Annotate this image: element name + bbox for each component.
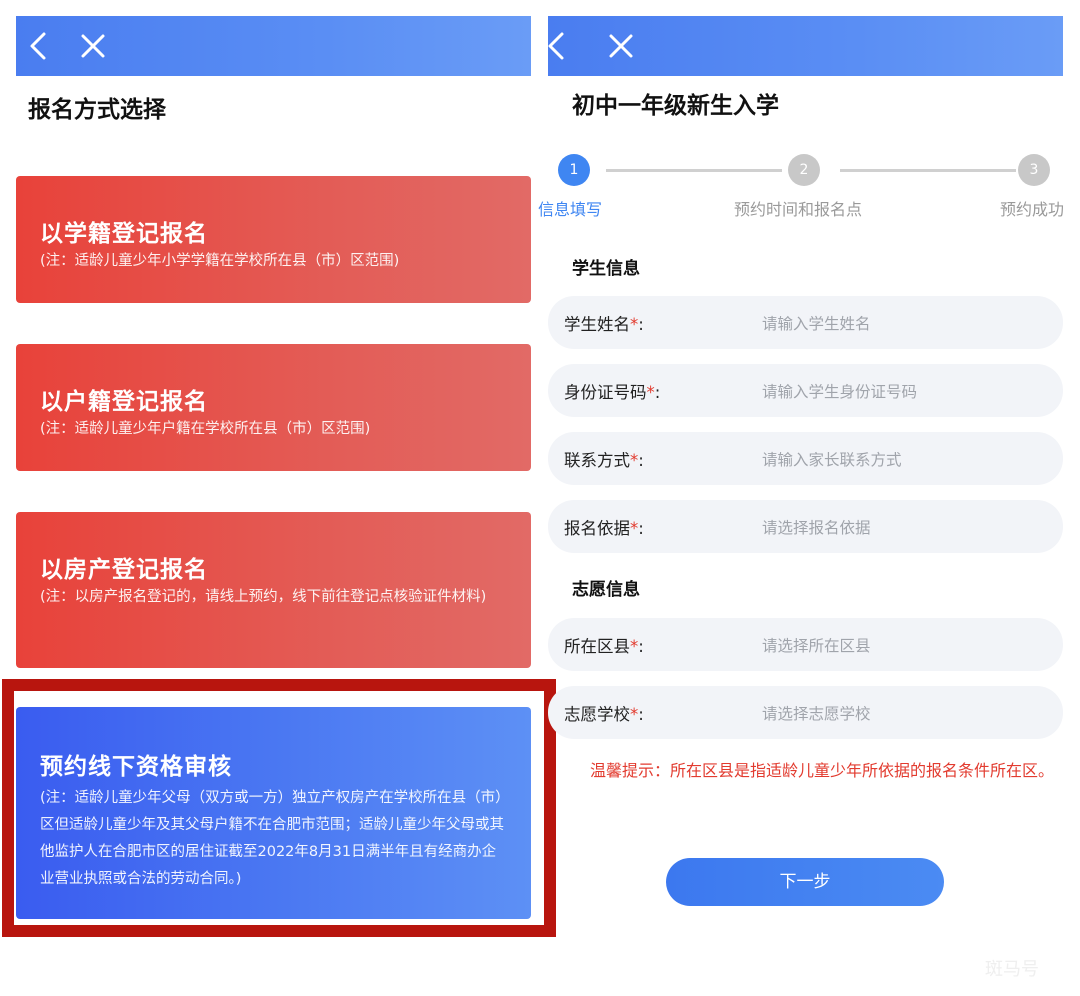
- option-card-school-registry[interactable]: 以学籍登记报名 (注：适龄儿童少年小学学籍在学校所在县（市）区范围): [16, 176, 531, 303]
- chevron-left-icon[interactable]: [540, 29, 574, 63]
- step-2-indicator: 2: [788, 154, 820, 186]
- district-field[interactable]: 所在区县*: 请选择所在区县: [548, 618, 1063, 671]
- school-field[interactable]: 志愿学校*: 请选择志愿学校: [548, 686, 1063, 739]
- option-title: 以户籍登记报名: [40, 389, 208, 415]
- step-3-indicator: 3: [1018, 154, 1050, 186]
- page-title: 初中一年级新生入学: [572, 93, 779, 119]
- student-name-input[interactable]: 请输入学生姓名: [762, 312, 871, 334]
- contact-input[interactable]: 请输入家长联系方式: [762, 448, 902, 470]
- left-screen: 报名方式选择 以学籍登记报名 (注：适龄儿童少年小学学籍在学校所在县（市）区范围…: [0, 0, 556, 996]
- student-name-field[interactable]: 学生姓名*: 请输入学生姓名: [548, 296, 1063, 349]
- field-label: 志愿学校*:: [564, 705, 644, 724]
- warm-tip: 温馨提示：所在区县是指适龄儿童少年所依据的报名条件所在区。: [590, 761, 1055, 780]
- step-2-label: 预约时间和报名点: [734, 200, 863, 219]
- option-note: (注：以房产报名登记的，请线上预约，线下前往登记点核验证件材料): [40, 589, 487, 605]
- left-top-bar: [16, 16, 531, 76]
- option-title: 预约线下资格审核: [40, 754, 232, 780]
- section-title-student: 学生信息: [572, 259, 640, 279]
- option-note: (注：适龄儿童少年父母（双方或一方）独立产权房产在学校所在县（市）区但适龄儿童少…: [40, 790, 504, 887]
- option-card-household-registry[interactable]: 以户籍登记报名 (注：适龄儿童少年户籍在学校所在县（市）区范围): [16, 344, 531, 471]
- district-select[interactable]: 请选择所在区县: [762, 634, 871, 656]
- id-number-input[interactable]: 请输入学生身份证号码: [762, 380, 917, 402]
- step-1-label: 信息填写: [538, 200, 603, 219]
- right-top-bar: [548, 16, 1063, 76]
- field-label: 报名依据*:: [564, 519, 644, 538]
- page-title: 报名方式选择: [28, 97, 166, 123]
- option-note: (注：适龄儿童少年户籍在学校所在县（市）区范围): [40, 421, 371, 437]
- option-card-property-registry[interactable]: 以房产登记报名 (注：以房产报名登记的，请线上预约，线下前往登记点核验证件材料): [16, 512, 531, 668]
- next-button[interactable]: 下一步: [666, 858, 944, 906]
- option-title: 以学籍登记报名: [40, 221, 208, 247]
- school-select[interactable]: 请选择志愿学校: [762, 702, 871, 724]
- registration-basis-field[interactable]: 报名依据*: 请选择报名依据: [548, 500, 1063, 553]
- field-label: 所在区县*:: [564, 637, 644, 656]
- step-3-label: 预约成功: [1000, 200, 1064, 219]
- registration-basis-select[interactable]: 请选择报名依据: [762, 516, 871, 538]
- close-icon[interactable]: [76, 29, 110, 63]
- close-icon[interactable]: [604, 29, 638, 63]
- field-label: 学生姓名*:: [564, 315, 644, 334]
- step-connector: [840, 169, 1016, 172]
- chevron-left-icon[interactable]: [22, 29, 56, 63]
- step-connector: [606, 169, 782, 172]
- section-title-preference: 志愿信息: [572, 580, 640, 600]
- id-number-field[interactable]: 身份证号码*: 请输入学生身份证号码: [548, 364, 1063, 417]
- watermark: 斑马号: [985, 959, 1039, 980]
- option-note: (注：适龄儿童少年小学学籍在学校所在县（市）区范围): [40, 253, 400, 269]
- field-label: 联系方式*:: [564, 451, 644, 470]
- option-title: 以房产登记报名: [40, 557, 208, 583]
- option-card-offline-review[interactable]: 预约线下资格审核 (注：适龄儿童少年父母（双方或一方）独立产权房产在学校所在县（…: [16, 707, 531, 919]
- field-label: 身份证号码*:: [564, 383, 661, 402]
- contact-field[interactable]: 联系方式*: 请输入家长联系方式: [548, 432, 1063, 485]
- step-1-indicator: 1: [558, 154, 590, 186]
